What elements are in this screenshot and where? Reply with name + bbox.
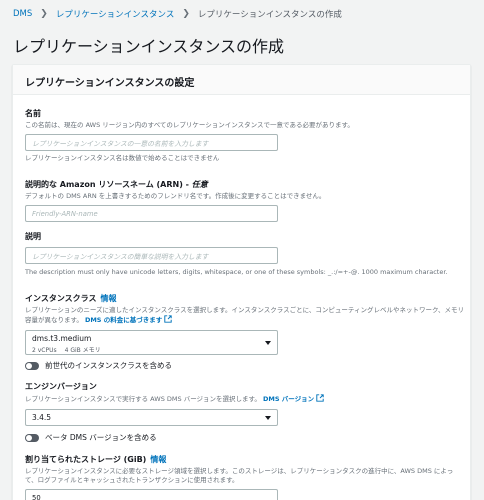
dms-pricing-link[interactable]: DMS の料金に基づきます (85, 316, 162, 324)
beta-toggle-label: ベータ DMS バージョンを含める (45, 433, 157, 442)
external-link-icon (164, 315, 172, 323)
engine-version-description: レプリケーションインスタンスで実行する AWS DMS バージョンを選択します。… (25, 394, 465, 404)
engine-version-select[interactable]: 3.4.5 (25, 409, 278, 426)
storage-label: 割り当てられたストレージ (GiB) (25, 455, 147, 464)
memory-spec: 4 GiB メモリ (64, 347, 101, 354)
engine-version-label: エンジンバージョン (25, 382, 97, 391)
storage-field: 割り当てられたストレージ (GiB) 情報 レプリケーションインスタンスに必要なス… (25, 454, 465, 500)
external-link-icon (316, 394, 324, 402)
instance-class-label-row: インスタンスクラス 情報 (25, 293, 465, 304)
storage-input[interactable]: 50 (25, 489, 278, 500)
storage-info-link[interactable]: 情報 (150, 455, 166, 464)
engine-version-field: エンジンバージョン レプリケーションインスタンスで実行する AWS DMS バー… (25, 381, 465, 426)
arn-optional-tag: 任意 (191, 180, 208, 189)
beta-toggle[interactable] (25, 433, 39, 442)
name-input[interactable]: レプリケーションインスタンスの一意の名前を入力します (25, 134, 278, 151)
instance-class-selected-value: dms.t3.medium (32, 334, 92, 343)
description-label: 説明 (25, 232, 41, 241)
storage-description: レプリケーションインスタンスに必要なストレージ領域を選択します。このストレージは… (25, 467, 454, 484)
name-description: この名前は、現在の AWS リージョン内のすべてのレプリケーションインスタンスで… (25, 121, 354, 129)
breadcrumb: DMS ❯ レプリケーションインスタンス ❯ レプリケーションインスタンスの作成 (13, 8, 342, 20)
breadcrumb-current: レプリケーションインスタンスの作成 (197, 10, 342, 20)
previous-gen-toggle[interactable] (25, 361, 39, 370)
name-constraint: レプリケーションインスタンス名は数値で始めることはできません (25, 154, 220, 162)
vcpu-spec: 2 vCPUs (32, 347, 57, 354)
caret-down-icon (265, 415, 271, 420)
caret-down-icon (265, 340, 271, 345)
chevron-right-icon: ❯ (182, 9, 190, 19)
instance-class-field: インスタンスクラス 情報 レプリケーションのニーズに適したインスタンスクラスを選択… (25, 293, 465, 355)
instance-class-label: インスタンスクラス (25, 294, 97, 303)
arn-field: 説明的な Amazon リソースネーム (ARN) - 任意 デフォルトの DM… (25, 179, 465, 222)
name-field: 名前 この名前は、現在の AWS リージョン内のすべてのレプリケーションインスタ… (25, 108, 465, 163)
instance-class-specs: 2 vCPUs 4 GiB メモリ (32, 345, 271, 354)
instance-class-description: レプリケーションのニーズに適したインスタンスクラスを選択します。インスタンスクラ… (25, 306, 464, 324)
previous-gen-toggle-row: 前世代のインスタンスクラスを含める (25, 360, 172, 371)
description-constraint: The description must only have unicode l… (25, 268, 448, 276)
description-input[interactable]: レプリケーションインスタンスの簡単な説明を入力します (25, 247, 278, 264)
dms-version-link[interactable]: DMS バージョン (263, 395, 314, 403)
storage-label-row: 割り当てられたストレージ (GiB) 情報 (25, 454, 465, 465)
beta-toggle-row: ベータ DMS バージョンを含める (25, 432, 157, 443)
name-label: 名前 (25, 109, 41, 118)
toggle-knob (26, 362, 32, 369)
breadcrumb-replication-instances-link[interactable]: レプリケーションインスタンス (56, 8, 175, 20)
previous-gen-toggle-label: 前世代のインスタンスクラスを含める (45, 361, 173, 370)
instance-class-info-link[interactable]: 情報 (101, 294, 117, 303)
breadcrumb-dms-link[interactable]: DMS (13, 9, 32, 19)
engine-version-selected-value: 3.4.5 (32, 413, 52, 422)
arn-description: デフォルトの DMS ARN を上書きするためのフレンドリ名です。作成後に変更す… (25, 192, 326, 200)
replication-instance-settings-panel: レプリケーションインスタンスの設定 名前 この名前は、現在の AWS リージョン… (12, 64, 471, 500)
instance-class-select[interactable]: dms.t3.medium 2 vCPUs 4 GiB メモリ (25, 330, 278, 355)
panel-header: レプリケーションインスタンスの設定 (13, 65, 470, 95)
arn-label: 説明的な Amazon リソースネーム (ARN) - 任意 (25, 180, 208, 189)
page-title: レプリケーションインスタンスの作成 (13, 37, 285, 56)
toggle-knob (26, 434, 32, 441)
arn-input[interactable]: Friendly-ARN-name (25, 205, 278, 222)
panel-title: レプリケーションインスタンスの設定 (25, 78, 195, 89)
chevron-right-icon: ❯ (40, 9, 48, 19)
description-field: 説明 レプリケーションインスタンスの簡単な説明を入力します The descri… (25, 231, 465, 277)
